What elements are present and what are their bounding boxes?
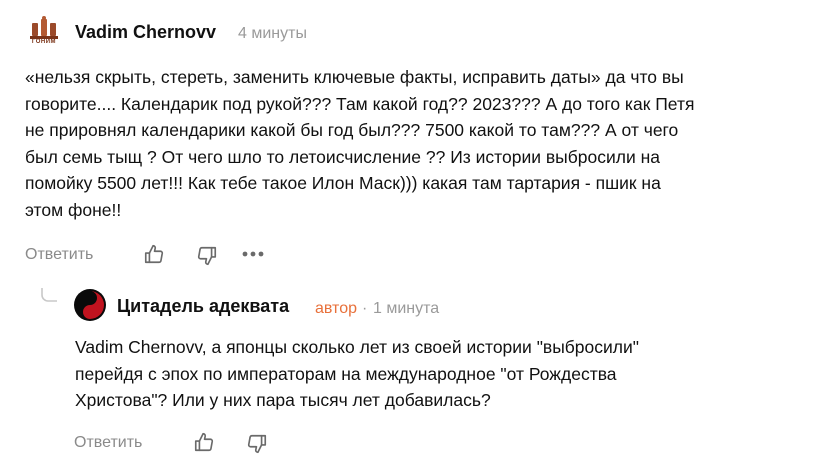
reply-timestamp: 1 минута: [373, 300, 440, 317]
reply-body: Vadim Chernovv, а японцы сколько лет из …: [75, 334, 639, 414]
like-icon[interactable]: [142, 242, 166, 266]
reply-line: перейдя с эпох по императорам на междуна…: [75, 363, 617, 384]
thread-connector-icon: [41, 288, 57, 304]
dislike-icon[interactable]: [195, 244, 219, 268]
comment-timestamp: 4 минуты: [238, 25, 307, 42]
comment-line: «нельзя скрыть, стереть, заменить ключев…: [25, 67, 684, 87]
reply-avatar[interactable]: [74, 289, 106, 321]
comment-line: не прировнял календарики какой бы год бы…: [25, 120, 679, 140]
comment-line: помойку 5500 лет!!! Как тебе такое Илон …: [25, 173, 661, 193]
comment-body: «нельзя скрыть, стереть, заменить ключев…: [25, 64, 694, 223]
like-icon[interactable]: [192, 430, 216, 454]
comment-author[interactable]: Vadim Chernovv: [75, 22, 216, 43]
dislike-icon[interactable]: [245, 432, 269, 456]
comment-line: этом фоне!!: [25, 199, 122, 220]
author-badge: автор: [315, 300, 357, 317]
reply-line: Vadim Chernovv, а японцы сколько лет из …: [75, 337, 639, 357]
meta-separator: ·: [362, 300, 368, 317]
reply-reply-button[interactable]: Ответить: [74, 434, 142, 452]
comment-line: говорите.... Календарик под рукой??? Там…: [25, 93, 695, 114]
more-icon[interactable]: [240, 244, 266, 264]
reply-button[interactable]: Ответить: [25, 246, 93, 264]
comment-line: был семь тыщ ? От чего шло то летоисчисл…: [25, 146, 661, 167]
comment-avatar[interactable]: ГОНИМ: [26, 14, 62, 50]
reply-author[interactable]: Цитадель адеквата: [117, 296, 289, 317]
yin-yang-avatar-icon: [74, 289, 106, 321]
avatar-caption: ГОНИМ: [31, 39, 57, 45]
reply-line: Христова"? Или у них пара тысяч лет доба…: [75, 390, 491, 410]
